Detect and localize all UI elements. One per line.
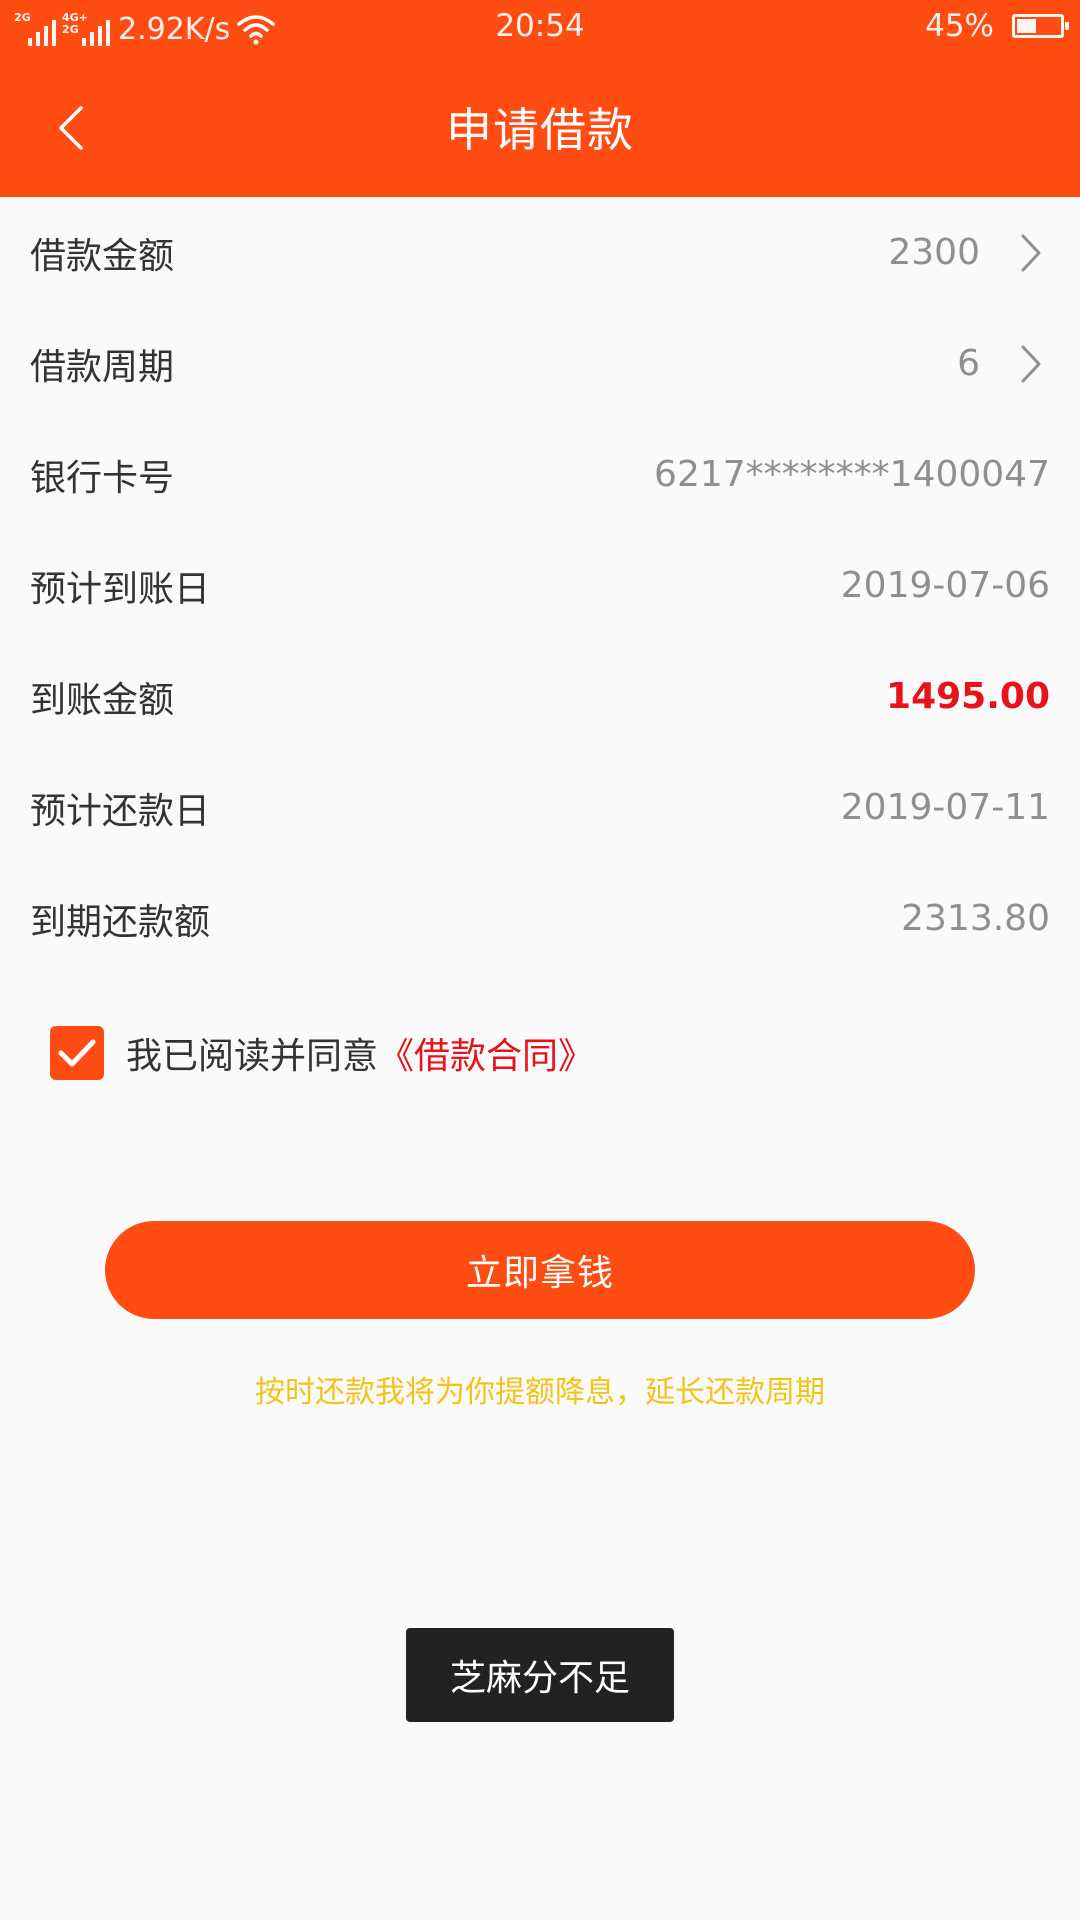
arrival-amount-value: 1495.00 <box>886 676 1050 717</box>
battery-fill <box>1017 19 1036 33</box>
due-repay-amount-value: 2313.80 <box>901 898 1050 939</box>
bank-card-label: 银行卡号 <box>30 457 175 499</box>
row-expected-repay-date: 预计还款日 2019-07-11 <box>0 752 1080 863</box>
status-right: 45% <box>925 8 1069 44</box>
row-arrival-amount: 到账金额 1495.00 <box>0 641 1080 752</box>
row-loan-period[interactable]: 借款周期 6 <box>0 308 1080 419</box>
bank-card-value: 6217********1400047 <box>654 454 1050 495</box>
loan-period-value: 6 <box>957 343 980 384</box>
toast-message: 芝麻分不足 <box>406 1628 674 1722</box>
agreement-text: 我已阅读并同意 <box>126 1036 379 1077</box>
chevron-right-icon <box>1018 231 1044 275</box>
expected-arrival-date-value: 2019-07-06 <box>840 565 1050 606</box>
expected-arrival-date-label: 预计到账日 <box>30 568 211 610</box>
page-title: 申请借款 <box>446 103 634 157</box>
row-due-repay-amount: 到期还款额 2313.80 <box>0 863 1080 974</box>
loan-period-label: 借款周期 <box>30 346 175 388</box>
loan-amount-label: 借款金额 <box>30 235 175 277</box>
expected-repay-date-label: 预计还款日 <box>30 790 211 832</box>
nav-bar: 申请借款 <box>0 58 1080 197</box>
agreement-checkbox[interactable] <box>50 1026 104 1080</box>
loan-contract-link[interactable]: 《借款合同》 <box>378 1027 594 1079</box>
expected-repay-date-value: 2019-07-11 <box>840 787 1050 828</box>
repayment-tip: 按时还款我将为你提额降息，延长还款周期 <box>255 1375 825 1410</box>
row-bank-card: 银行卡号 6217********1400047 <box>0 419 1080 530</box>
battery-icon <box>1012 14 1069 38</box>
loan-amount-value: 2300 <box>888 232 980 273</box>
agreement: 我已阅读并同意 《借款合同》 <box>50 1025 594 1081</box>
app-screen: 2G 4G+ 2G 2.92K/s 20:54 45% 申请借款 借款金额 23… <box>0 0 1080 1920</box>
arrival-amount-label: 到账金额 <box>30 679 175 721</box>
battery-percent: 45% <box>925 8 994 44</box>
row-expected-arrival-date: 预计到账日 2019-07-06 <box>0 530 1080 641</box>
due-repay-amount-label: 到期还款额 <box>30 901 211 943</box>
header: 2G 4G+ 2G 2.92K/s 20:54 45% 申请借款 <box>0 0 1080 197</box>
get-money-button[interactable]: 立即拿钱 <box>105 1221 975 1319</box>
row-loan-amount[interactable]: 借款金额 2300 <box>0 197 1080 308</box>
status-time: 20:54 <box>495 8 585 44</box>
status-bar: 2G 4G+ 2G 2.92K/s 20:54 45% <box>0 0 1080 58</box>
loan-form: 借款金额 2300 借款周期 6 银行卡号 6217********140004… <box>0 197 1080 974</box>
chevron-right-icon <box>1018 342 1044 386</box>
checkmark-icon <box>58 1039 96 1067</box>
